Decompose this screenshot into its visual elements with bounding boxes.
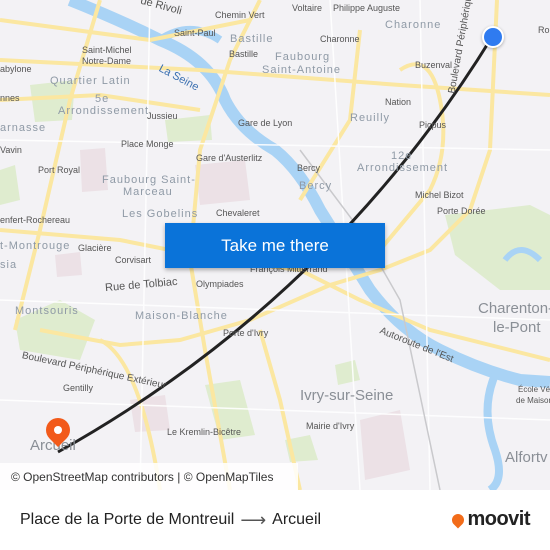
- district-label: Saint-Antoine: [262, 64, 342, 76]
- map-label: Chemin Vert: [215, 10, 265, 20]
- map-label: Chevaleret: [216, 208, 260, 218]
- footer: Place de la Porte de Montreuil ⟶ Arcueil…: [0, 490, 550, 550]
- marker-dot-icon: [52, 424, 64, 436]
- map[interactable]: de Rivoli Chemin Vert Voltaire Philippe …: [0, 0, 550, 490]
- map-label: Gare d'Austerlitz: [196, 153, 263, 163]
- district-label: t-Montrouge: [0, 240, 71, 252]
- origin-name: Place de la Porte de Montreuil: [20, 511, 235, 528]
- moovit-logo: moovit: [449, 508, 530, 531]
- district-label: Reuilly: [350, 112, 391, 124]
- map-label: Gare de Lyon: [238, 118, 293, 128]
- city-label: Alfortv: [505, 449, 548, 466]
- map-label: Saint-Michel: [82, 45, 132, 55]
- map-label: de Maisons: [516, 396, 550, 405]
- map-label: Picpus: [419, 120, 447, 130]
- district-label: Les Gobelins: [122, 208, 199, 220]
- map-label: Notre-Dame: [82, 56, 132, 66]
- city-label: Ivry-sur-Seine: [300, 387, 394, 404]
- district-label: Charonne: [385, 19, 442, 31]
- map-label: Bercy: [297, 163, 321, 173]
- map-label: Vavin: [0, 145, 22, 155]
- district-label: Bercy: [299, 180, 333, 192]
- destination-name: Arcueil: [272, 511, 322, 528]
- district-label: Montsouris: [15, 305, 79, 317]
- district-label: Faubourg: [275, 51, 331, 63]
- map-label: enfert-Rochereau: [0, 215, 71, 225]
- map-label: Bastille: [229, 49, 259, 59]
- map-label: École Vétérinaire: [518, 385, 550, 394]
- district-label: Bastille: [230, 33, 274, 45]
- city-label: le-Pont: [493, 319, 541, 336]
- map-label: Gentilly: [63, 383, 94, 393]
- map-label: Mairie d'Ivry: [306, 421, 355, 431]
- map-label: Philippe Auguste: [333, 3, 401, 13]
- map-attribution[interactable]: © OpenStreetMap contributors | © OpenMap…: [0, 463, 298, 490]
- origin-marker[interactable]: [482, 26, 504, 48]
- map-label: Port Royal: [38, 165, 81, 175]
- map-label: Voltaire: [292, 3, 323, 13]
- district-label: Quartier Latin: [50, 75, 131, 87]
- city-label: Charenton-: [478, 300, 550, 317]
- district-label: Arrondissement: [357, 162, 449, 174]
- moovit-pin-icon: [449, 511, 467, 528]
- map-label: Nation: [385, 97, 412, 107]
- map-label: Porte Dorée: [437, 206, 486, 216]
- map-label: Olympiades: [196, 279, 244, 289]
- map-label: Saint-Paul: [174, 28, 216, 38]
- district-label: Maison-Blanche: [135, 310, 228, 322]
- logo-text: moovit: [467, 508, 530, 530]
- map-label: abylone: [0, 64, 32, 74]
- take-me-there-button[interactable]: Take me there: [165, 223, 385, 268]
- district-label: Arrondissement: [58, 105, 150, 117]
- map-label: Le Kremlin-Bicêtre: [167, 427, 242, 437]
- district-label: arnasse: [0, 122, 47, 134]
- map-label: Michel Bizot: [415, 190, 464, 200]
- map-label: Porte d'Ivry: [223, 328, 269, 338]
- district-label: sia: [0, 259, 18, 271]
- map-label: Corvisart: [115, 255, 152, 265]
- map-label: Glacière: [78, 243, 112, 253]
- map-label: nnes: [0, 93, 20, 103]
- map-label: Jussieu: [147, 111, 178, 121]
- map-label: Charonne: [320, 34, 360, 44]
- map-label: Place Monge: [121, 139, 174, 149]
- arrow-right-icon: ⟶: [240, 509, 267, 530]
- map-label: Buzenval: [415, 60, 453, 70]
- district-label: Marceau: [123, 186, 173, 198]
- map-label: Ro: [538, 25, 550, 35]
